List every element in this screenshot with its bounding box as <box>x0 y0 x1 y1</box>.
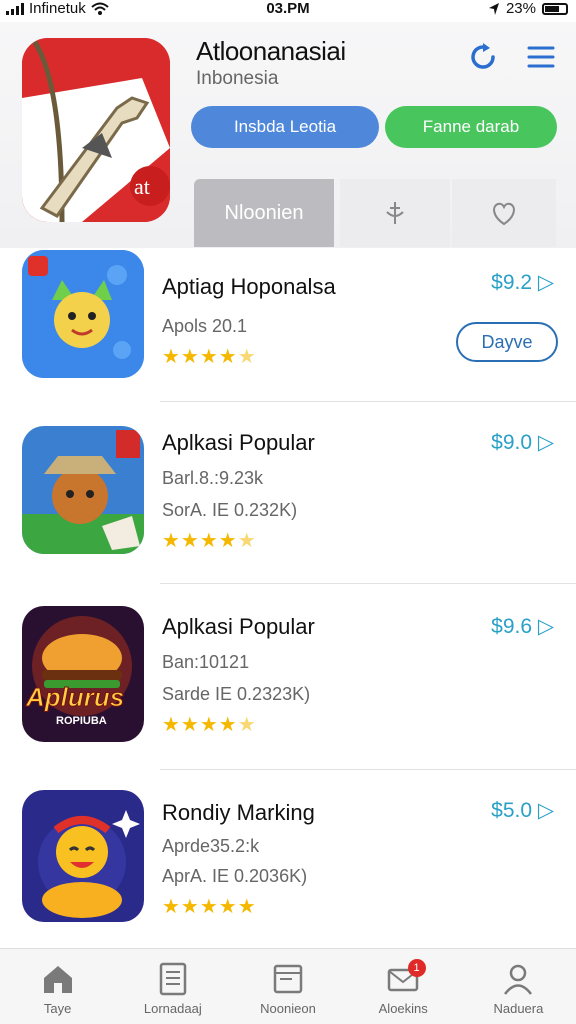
folder-icon <box>273 964 303 994</box>
pin-icon <box>386 202 404 224</box>
nav-folder[interactable]: Noonieon <box>230 949 345 1024</box>
svg-text:at: at <box>134 174 150 199</box>
app-title: Atloonanasiai <box>196 36 346 66</box>
icon-wordmark: Aplurus <box>25 682 124 712</box>
app-meta: Apols 20.1 <box>162 316 248 336</box>
notification-badge: 1 <box>407 959 426 977</box>
nav-label: Aloekins <box>378 1001 428 1016</box>
nav-mail[interactable]: 1 Aloekins <box>346 949 461 1024</box>
app-meta: Ban:10121 <box>162 652 250 672</box>
nav-home[interactable]: Taye <box>0 949 115 1024</box>
app-name: Aplkasi Popular <box>162 430 315 455</box>
app-meta: SorA. IE 0.232K) <box>162 500 298 520</box>
battery-icon <box>542 2 568 15</box>
app-meta: Sarde IE 0.2323K) <box>162 684 311 704</box>
location-icon <box>488 2 499 15</box>
app-icon-4 <box>22 790 144 922</box>
document-icon <box>159 962 187 996</box>
nav-profile[interactable]: Naduera <box>461 949 576 1024</box>
app-price: $9.2 ▷ <box>491 271 554 294</box>
get-button[interactable]: Dayve <box>456 322 558 362</box>
person-icon <box>504 964 533 995</box>
app-name: Rondiy Marking <box>162 800 315 825</box>
battery-percent: 23% <box>505 0 536 17</box>
nav-label: Taye <box>43 1001 72 1016</box>
app-meta: AprA. IE 0.2036K) <box>162 866 308 886</box>
app-icon-3: Aplurus ROPIUBA <box>22 606 144 742</box>
app-price: $9.6 ▷ <box>491 615 554 638</box>
bottom-nav: Taye Lornadaaj Noonieon 1 Aloekins Nadue… <box>0 948 576 1024</box>
nav-label: Lornadaaj <box>143 1001 202 1016</box>
primary-action-button[interactable]: Insbda Leotia <box>191 106 379 148</box>
app-meta: Aprde35.2:k <box>162 836 260 856</box>
app-icon-1 <box>22 250 144 378</box>
app-icon-2 <box>22 426 144 554</box>
secondary-action-button[interactable]: Fanne darab <box>385 106 557 148</box>
tab-favorite[interactable] <box>452 179 556 247</box>
app-subtitle: Inbonesia <box>196 68 279 89</box>
refresh-icon[interactable] <box>466 40 500 74</box>
list-item[interactable]: Aplkasi Popular Barl.8.:9.23k SorA. IE 0… <box>0 402 576 584</box>
app-meta: Barl.8.:9.23k <box>162 468 264 488</box>
app-name: Aplkasi Popular <box>162 614 315 639</box>
heart-icon <box>493 202 515 226</box>
home-icon <box>43 966 72 993</box>
rating-stars: ★★★★★ <box>162 714 257 736</box>
icon-subword: ROPIUBA <box>56 715 107 727</box>
list-item[interactable]: Rondiy Marking Aprde35.2:k AprA. IE 0.20… <box>0 770 576 948</box>
tab-pin[interactable] <box>340 179 450 247</box>
app-name: Aptiag Hoponalsa <box>162 274 336 299</box>
nav-label: Noonieon <box>260 1001 316 1016</box>
rating-stars: ★★★★★ <box>162 896 257 918</box>
nav-documents[interactable]: Lornadaaj <box>115 949 230 1024</box>
rating-stars: ★★★★★ <box>162 530 257 552</box>
nav-label: Naduera <box>493 1001 544 1016</box>
list-item[interactable]: Aptiag Hoponalsa Apols 20.1 ★★★★★ $9.2 ▷… <box>0 248 576 402</box>
list-item[interactable]: Aplurus ROPIUBA Aplkasi Popular Ban:1012… <box>0 584 576 770</box>
rating-stars: ★★★★★ <box>162 346 257 368</box>
status-right: 23% <box>488 0 568 17</box>
tab-main[interactable]: Nloonien <box>194 179 334 247</box>
app-price: $9.0 ▷ <box>491 431 554 454</box>
app-header: at Atloonanasiai Inbonesia Insbda Leotia… <box>0 22 576 248</box>
header-tabs: Nloonien <box>194 179 556 247</box>
featured-app-icon[interactable]: at <box>22 38 170 222</box>
app-price: $5.0 ▷ <box>491 799 554 822</box>
status-bar: Infinetuk 03.PM 23% <box>0 0 576 22</box>
menu-icon[interactable] <box>524 40 558 74</box>
